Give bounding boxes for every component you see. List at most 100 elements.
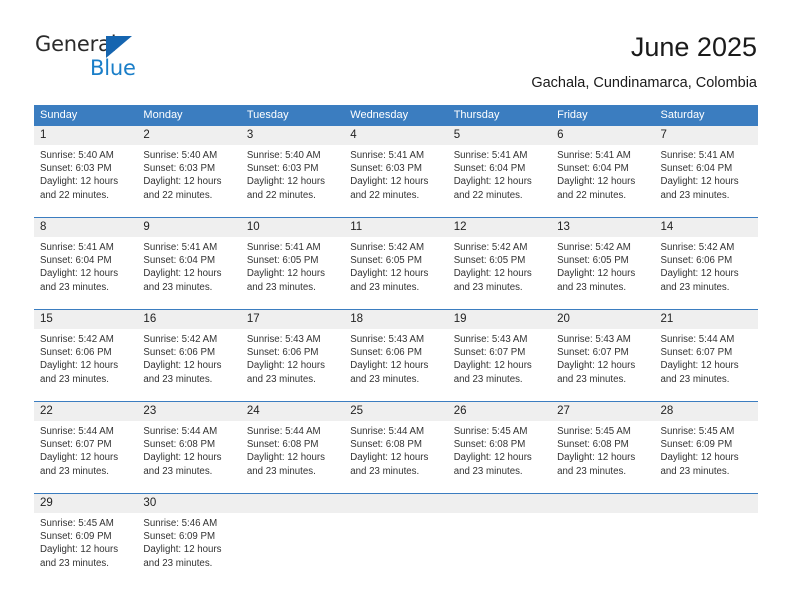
daylight-text-line1: Daylight: 12 hours (660, 268, 739, 280)
day-cell[interactable]: 9 Sunrise: 5:41 AM Sunset: 6:04 PM Daylight… (137, 218, 241, 300)
day-cell[interactable]: 18 Sunrise: 5:43 AM Sunset: 6:06 PM Dayligh… (344, 310, 448, 392)
day-number: 12 (447, 218, 552, 237)
day-sun-info: Sunrise: 5:42 AM Sunset: 6:05 PM Daylight:… (344, 237, 447, 294)
sunset-text: Sunset: 6:09 PM (40, 531, 112, 543)
day-sun-info: Sunrise: 5:41 AM Sunset: 6:04 PM Daylight:… (34, 237, 137, 294)
day-sun-info: Sunrise: 5:43 AM Sunset: 6:06 PM Daylight:… (344, 329, 447, 386)
day-cell[interactable]: 24 Sunrise: 5:44 AM Sunset: 6:08 PM Dayligh… (240, 402, 345, 484)
sunrise-text: Sunrise: 5:42 AM (557, 242, 631, 253)
logo-triangle-icon (106, 36, 132, 58)
daylight-text-line1: Daylight: 12 hours (246, 452, 325, 464)
day-sun-info: Sunrise: 5:41 AM Sunset: 6:04 PM Daylight:… (655, 145, 758, 202)
sunrise-text: Sunrise: 5:42 AM (453, 242, 528, 253)
daylight-text-line1: Daylight: 12 hours (660, 176, 739, 188)
day-cell[interactable]: 1 Sunrise: 5:40 AM Sunset: 6:03 PM Daylight… (34, 126, 138, 208)
logo-text-general: General (35, 32, 117, 56)
sunrise-text: Sunrise: 5:45 AM (557, 426, 631, 437)
sunrise-text: Sunrise: 5:41 AM (660, 150, 735, 161)
day-cell-inner: 8 Sunrise: 5:41 AM Sunset: 6:04 PM Daylight… (34, 218, 138, 300)
day-cell[interactable]: 20 Sunrise: 5:43 AM Sunset: 6:07 PM Dayligh… (551, 310, 655, 392)
day-cell-inner (551, 494, 655, 576)
day-sun-info: Sunrise: 5:44 AM Sunset: 6:08 PM Daylight:… (344, 421, 447, 478)
sunset-text: Sunset: 6:06 PM (143, 347, 216, 359)
day-cell[interactable]: 7 Sunrise: 5:41 AM Sunset: 6:04 PM Daylight… (654, 126, 758, 208)
day-cell-empty (551, 494, 655, 576)
day-cell[interactable]: 14 Sunrise: 5:42 AM Sunset: 6:06 PM Dayligh… (654, 218, 758, 300)
day-cell[interactable]: 23 Sunrise: 5:44 AM Sunset: 6:08 PM Dayligh… (137, 402, 241, 484)
day-sun-info: Sunrise: 5:43 AM Sunset: 6:07 PM Daylight:… (551, 329, 654, 386)
day-cell-inner: 18 Sunrise: 5:43 AM Sunset: 6:06 PM Dayligh… (344, 310, 448, 392)
day-cell-inner: 11 Sunrise: 5:42 AM Sunset: 6:05 PM Dayligh… (344, 218, 448, 300)
daylight-text-line2: and 22 minutes. (557, 189, 627, 201)
page-subtitle-location: Gachala, Cundinamarca, Colombia (531, 75, 757, 91)
daylight-text-line2: and 22 minutes. (350, 189, 420, 201)
day-cell[interactable]: 27 Sunrise: 5:45 AM Sunset: 6:08 PM Dayligh… (551, 402, 655, 484)
day-sun-info: Sunrise: 5:41 AM Sunset: 6:04 PM Daylight:… (551, 145, 654, 202)
day-cell[interactable]: 10 Sunrise: 5:41 AM Sunset: 6:05 PM Dayligh… (240, 218, 345, 300)
day-cell[interactable]: 19 Sunrise: 5:43 AM Sunset: 6:07 PM Dayligh… (447, 310, 552, 392)
day-cell[interactable]: 21 Sunrise: 5:44 AM Sunset: 6:07 PM Dayligh… (654, 310, 758, 392)
daylight-text-line2: and 22 minutes. (453, 189, 523, 201)
sunrise-text: Sunrise: 5:43 AM (557, 334, 631, 345)
daylight-text-line2: and 23 minutes. (246, 465, 316, 477)
day-number: 28 (654, 402, 758, 421)
day-cell-inner: 4 Sunrise: 5:41 AM Sunset: 6:03 PM Daylight… (344, 126, 448, 208)
day-cell[interactable]: 26 Sunrise: 5:45 AM Sunset: 6:08 PM Dayligh… (447, 402, 552, 484)
day-cell[interactable]: 5 Sunrise: 5:41 AM Sunset: 6:04 PM Daylight… (447, 126, 552, 208)
daylight-text-line2: and 23 minutes. (453, 281, 523, 293)
day-number: 21 (654, 310, 758, 329)
day-sun-info: Sunrise: 5:44 AM Sunset: 6:07 PM Daylight:… (655, 329, 758, 386)
day-cell[interactable]: 12 Sunrise: 5:42 AM Sunset: 6:05 PM Dayligh… (447, 218, 552, 300)
weekday-header-wednesday: Wednesday (344, 105, 448, 126)
day-number: 14 (654, 218, 758, 237)
calendar-week-row: 22 Sunrise: 5:44 AM Sunset: 6:07 PM Dayligh… (34, 402, 758, 484)
sunrise-text: Sunrise: 5:41 AM (40, 242, 114, 253)
day-number: 11 (344, 218, 448, 237)
day-cell[interactable]: 6 Sunrise: 5:41 AM Sunset: 6:04 PM Daylight… (551, 126, 655, 208)
daylight-text-line1: Daylight: 12 hours (557, 268, 636, 280)
daylight-text-line2: and 23 minutes. (453, 373, 523, 385)
day-cell[interactable]: 15 Sunrise: 5:42 AM Sunset: 6:06 PM Dayligh… (34, 310, 138, 392)
daylight-text-line2: and 23 minutes. (453, 465, 523, 477)
daylight-text-line2: and 23 minutes. (660, 373, 730, 385)
day-cell[interactable]: 30 Sunrise: 5:46 AM Sunset: 6:09 PM Dayligh… (137, 494, 241, 576)
generalblue-logo[interactable]: General Blue (35, 32, 255, 88)
day-cell[interactable]: 17 Sunrise: 5:43 AM Sunset: 6:06 PM Dayligh… (240, 310, 345, 392)
week-gap-cell (34, 300, 758, 309)
daylight-text-line1: Daylight: 12 hours (246, 360, 325, 372)
day-cell-inner: 17 Sunrise: 5:43 AM Sunset: 6:06 PM Dayligh… (240, 310, 345, 392)
day-cell[interactable]: 28 Sunrise: 5:45 AM Sunset: 6:09 PM Dayligh… (654, 402, 758, 484)
sunset-text: Sunset: 6:06 PM (660, 255, 733, 267)
day-cell-inner: 3 Sunrise: 5:40 AM Sunset: 6:03 PM Daylight… (240, 126, 345, 208)
day-cell-inner: 2 Sunrise: 5:40 AM Sunset: 6:03 PM Daylight… (137, 126, 241, 208)
day-sun-info: Sunrise: 5:42 AM Sunset: 6:05 PM Daylight:… (551, 237, 654, 294)
day-number: 15 (34, 310, 138, 329)
day-cell-inner: 27 Sunrise: 5:45 AM Sunset: 6:08 PM Dayligh… (551, 402, 655, 484)
daylight-text-line1: Daylight: 12 hours (453, 268, 532, 280)
day-cell[interactable]: 16 Sunrise: 5:42 AM Sunset: 6:06 PM Dayligh… (137, 310, 241, 392)
daylight-text-line1: Daylight: 12 hours (246, 176, 325, 188)
daylight-text-line2: and 23 minutes. (660, 189, 730, 201)
day-cell[interactable]: 11 Sunrise: 5:42 AM Sunset: 6:05 PM Dayligh… (344, 218, 448, 300)
day-cell[interactable]: 29 Sunrise: 5:45 AM Sunset: 6:09 PM Dayligh… (34, 494, 138, 576)
sunrise-text: Sunrise: 5:44 AM (143, 426, 218, 437)
daylight-text-line1: Daylight: 12 hours (40, 176, 119, 188)
day-cell[interactable]: 25 Sunrise: 5:44 AM Sunset: 6:08 PM Dayligh… (344, 402, 448, 484)
daylight-text-line1: Daylight: 12 hours (143, 268, 222, 280)
day-number: 30 (137, 494, 241, 513)
day-cell[interactable]: 13 Sunrise: 5:42 AM Sunset: 6:05 PM Dayligh… (551, 218, 655, 300)
daylight-text-line1: Daylight: 12 hours (143, 360, 222, 372)
day-cell[interactable]: 8 Sunrise: 5:41 AM Sunset: 6:04 PM Daylight… (34, 218, 138, 300)
daylight-text-line1: Daylight: 12 hours (143, 176, 222, 188)
day-cell[interactable]: 2 Sunrise: 5:40 AM Sunset: 6:03 PM Daylight… (137, 126, 241, 208)
day-cell[interactable]: 22 Sunrise: 5:44 AM Sunset: 6:07 PM Dayligh… (34, 402, 138, 484)
day-cell-inner: 26 Sunrise: 5:45 AM Sunset: 6:08 PM Dayligh… (447, 402, 552, 484)
day-cell-inner: 7 Sunrise: 5:41 AM Sunset: 6:04 PM Daylight… (654, 126, 758, 208)
day-number: 3 (240, 126, 345, 145)
daylight-text-line1: Daylight: 12 hours (453, 176, 532, 188)
day-sun-info: Sunrise: 5:42 AM Sunset: 6:05 PM Daylight:… (448, 237, 551, 294)
daylight-text-line1: Daylight: 12 hours (557, 452, 636, 464)
day-cell[interactable]: 4 Sunrise: 5:41 AM Sunset: 6:03 PM Daylight… (344, 126, 448, 208)
day-cell[interactable]: 3 Sunrise: 5:40 AM Sunset: 6:03 PM Daylight… (240, 126, 345, 208)
sunset-text: Sunset: 6:08 PM (453, 439, 526, 451)
